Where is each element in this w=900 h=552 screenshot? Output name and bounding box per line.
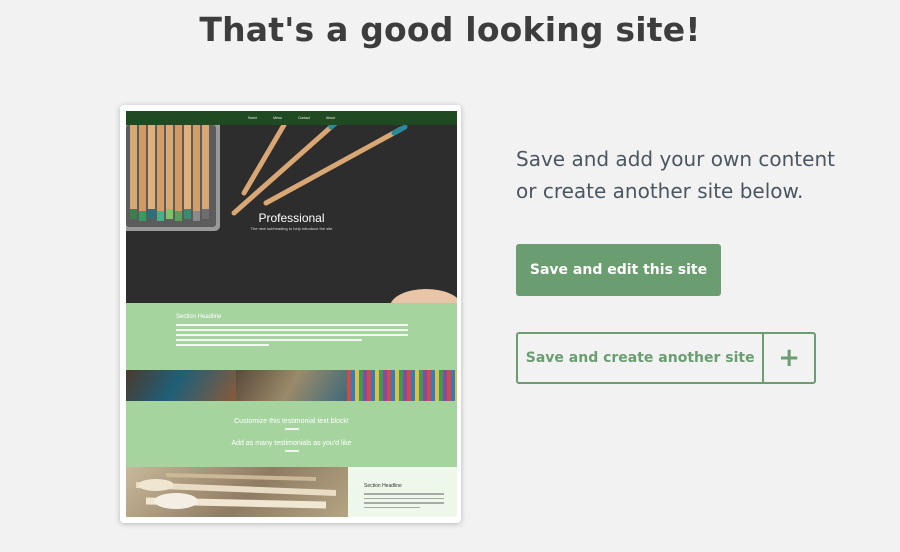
plus-icon[interactable]: +	[762, 334, 814, 382]
preview-photo-strip	[126, 370, 457, 401]
photo-pencils	[346, 370, 457, 401]
photo-studio	[236, 370, 347, 401]
preview-testimonial-sub: Add as many testimonials as you'd like	[231, 440, 352, 447]
preview-bottom-title: Section Headline	[364, 483, 402, 489]
preview-hero-subtitle: The new subheading to help introduce the…	[250, 226, 333, 231]
preview-section-headline: Section Headline	[126, 303, 457, 370]
preview-hero-title: Professional	[258, 211, 325, 225]
save-and-create-button[interactable]: Save and create another site +	[516, 332, 816, 384]
preview-bottom-body	[364, 493, 444, 511]
save-and-create-label[interactable]: Save and create another site	[518, 334, 762, 382]
preview-nav: Home Menu Contact About	[126, 111, 457, 125]
preview-brushes-image	[126, 467, 348, 517]
site-preview: Home Menu Contact About Professional The…	[126, 111, 457, 517]
preview-testimonial: Customize this testimonial text block! A…	[126, 401, 457, 467]
site-preview-card: Home Menu Contact About Professional The…	[120, 105, 461, 523]
preview-nav-item: Home	[247, 116, 258, 120]
preview-nav-item: About	[326, 116, 336, 120]
preview-section-body	[176, 324, 408, 349]
save-and-edit-button[interactable]: Save and edit this site	[516, 244, 721, 296]
preview-section-title: Section Headline	[176, 314, 222, 320]
preview-bottom-section: Section Headline	[126, 467, 457, 517]
photo-paint	[126, 370, 237, 401]
lead-text: Save and add your own content or create …	[516, 147, 835, 203]
page-title: That's a good looking site!	[199, 10, 701, 49]
preview-nav-item: Contact	[297, 116, 310, 120]
preview-nav-item: Menu	[273, 116, 282, 120]
preview-hero-image: Professional The new subheading to help …	[126, 125, 457, 303]
preview-testimonial-title: Customize this testimonial text block!	[234, 418, 349, 425]
